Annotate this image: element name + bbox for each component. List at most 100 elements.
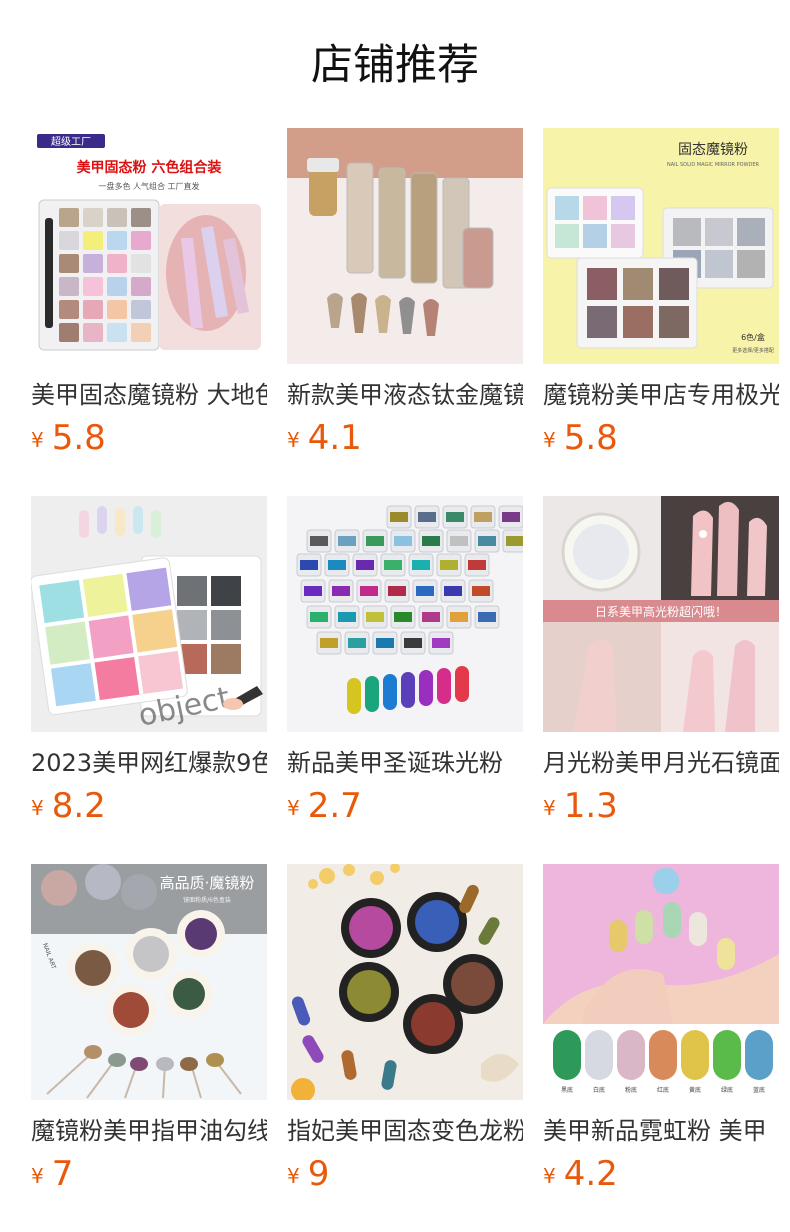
- image-tagline: 一盘多色 人气组合 工厂直发: [98, 181, 199, 191]
- palette-pan: [131, 277, 151, 296]
- product-name[interactable]: 新品美甲圣诞珠光粉: [287, 746, 523, 780]
- color-label: 白底: [593, 1086, 605, 1094]
- product-card[interactable]: 新品美甲圣诞珠光粉 ¥2.7: [287, 496, 523, 826]
- product-name[interactable]: 美甲固态魔镜粉 大地色系: [31, 378, 267, 412]
- product-name[interactable]: 魔镜粉美甲指甲油勾线: [31, 1114, 267, 1148]
- product-name[interactable]: 2023美甲网红爆款9色: [31, 746, 267, 780]
- powder-jar-fill: [418, 512, 436, 522]
- product-price: ¥7: [31, 1152, 267, 1202]
- powder-jar-fill: [446, 512, 464, 522]
- currency-symbol: ¥: [543, 1164, 556, 1188]
- color-label: 黑底: [561, 1086, 573, 1094]
- color-label: 黄底: [689, 1086, 701, 1094]
- palette-pan: [107, 300, 127, 319]
- product-image[interactable]: 日系美甲高光粉超闪哦！: [543, 496, 779, 732]
- price-value: 8.2: [51, 786, 106, 826]
- powder-jar-fill: [450, 612, 468, 622]
- powder-jar-fill: [506, 536, 523, 546]
- product-name[interactable]: 指妃美甲固态变色龙粉: [287, 1114, 523, 1148]
- currency-symbol: ¥: [543, 428, 556, 452]
- product-image[interactable]: 黑底 白底 粉底 红底 黄底 绿底 蓝底: [543, 864, 779, 1100]
- powder-jar-fill: [384, 560, 402, 570]
- image-note-2: 更多选择/更多搭配: [732, 347, 774, 354]
- product-price: ¥8.2: [31, 784, 267, 834]
- price-value: 1.3: [563, 786, 618, 826]
- palette-pan: [131, 231, 151, 250]
- product-card[interactable]: 黑底 白底 粉底 红底 黄底 绿底 蓝底 美甲新品霓虹粉 美甲 ¥4.2: [543, 864, 779, 1194]
- product-card[interactable]: 新款美甲液态钛金魔镜粉 ¥4.1: [287, 128, 523, 458]
- powder-jar-fill: [444, 586, 462, 596]
- price-value: 2.7: [307, 786, 362, 826]
- product-image[interactable]: 高品质·魔镜粉 镜面粉质/6色盒装 NAIL ART: [31, 864, 267, 1100]
- palette-pan: [131, 323, 151, 342]
- powder-jar-fill: [348, 638, 366, 648]
- product-image[interactable]: 超级工厂 美甲固态粉 六色组合装 一盘多色 人气组合 工厂直发: [31, 128, 267, 364]
- palette-pan: [83, 277, 103, 296]
- product-image[interactable]: [287, 128, 523, 364]
- product-image[interactable]: object: [31, 496, 267, 732]
- palette-pan: [83, 300, 103, 319]
- powder-jar-fill: [394, 612, 412, 622]
- color-label: 绿底: [721, 1086, 733, 1094]
- image-subline: NAIL SOLID MAGIC MIRROR POWDER: [667, 162, 760, 168]
- powder-jar-fill: [422, 536, 440, 546]
- image-headline: 美甲固态粉 六色组合装: [77, 159, 223, 176]
- powder-jar-fill: [366, 536, 384, 546]
- palette-pan: [107, 208, 127, 227]
- powder-jar-fill: [332, 586, 350, 596]
- product-image[interactable]: [287, 864, 523, 1100]
- product-name[interactable]: 月光粉美甲月光石镜面粉: [543, 746, 779, 780]
- product-price: ¥5.8: [31, 416, 267, 466]
- palette-pan: [83, 208, 103, 227]
- product-grid: 超级工厂 美甲固态粉 六色组合装 一盘多色 人气组合 工厂直发 美甲固态魔镜粉 …: [31, 128, 779, 1194]
- palette-pan: [107, 231, 127, 250]
- powder-jar-fill: [388, 586, 406, 596]
- palette-pan: [59, 208, 79, 227]
- powder-jar-fill: [310, 612, 328, 622]
- powder-jar-fill: [310, 536, 328, 546]
- currency-symbol: ¥: [31, 1164, 44, 1188]
- image-banner: 日系美甲高光粉超闪哦！: [595, 604, 727, 619]
- image-note: 6色/盒: [741, 332, 765, 342]
- palette-pan: [59, 300, 79, 319]
- powder-jar-fill: [432, 638, 450, 648]
- powder-jar-fill: [502, 512, 520, 522]
- palette-pan: [59, 254, 79, 273]
- palette-pan: [131, 300, 151, 319]
- product-card[interactable]: 日系美甲高光粉超闪哦！ 月光粉美甲月光石镜面粉 ¥1.3: [543, 496, 779, 826]
- color-label: 红底: [657, 1086, 669, 1094]
- powder-jar-fill: [394, 536, 412, 546]
- palette-pan: [131, 208, 151, 227]
- price-value: 9: [307, 1154, 330, 1194]
- product-card[interactable]: 指妃美甲固态变色龙粉 ¥9: [287, 864, 523, 1194]
- currency-symbol: ¥: [31, 796, 44, 820]
- powder-jar-fill: [472, 586, 490, 596]
- product-image[interactable]: [287, 496, 523, 732]
- product-name[interactable]: 魔镜粉美甲店专用极光: [543, 378, 779, 412]
- powder-jar-fill: [440, 560, 458, 570]
- image-subline: 镜面粉质/6色盒装: [183, 896, 231, 904]
- powder-jar-fill: [338, 612, 356, 622]
- product-card[interactable]: 高品质·魔镜粉 镜面粉质/6色盒装 NAIL ART 魔镜粉美甲指甲油勾线 ¥ …: [31, 864, 267, 1194]
- product-price: ¥9: [287, 1152, 523, 1202]
- product-card[interactable]: 固态魔镜粉 NAIL SOLID MAGIC MIRROR POWDER 6色/…: [543, 128, 779, 458]
- product-name[interactable]: 美甲新品霓虹粉 美甲: [543, 1114, 779, 1148]
- currency-symbol: ¥: [31, 428, 44, 452]
- powder-jar-fill: [356, 560, 374, 570]
- price-value: 4.2: [563, 1154, 618, 1194]
- palette-pan: [107, 277, 127, 296]
- product-name[interactable]: 新款美甲液态钛金魔镜粉: [287, 378, 523, 412]
- palette-pan: [131, 254, 151, 273]
- product-image[interactable]: 固态魔镜粉 NAIL SOLID MAGIC MIRROR POWDER 6色/…: [543, 128, 779, 364]
- product-card[interactable]: 超级工厂 美甲固态粉 六色组合装 一盘多色 人气组合 工厂直发 美甲固态魔镜粉 …: [31, 128, 267, 458]
- powder-jar-fill: [478, 536, 496, 546]
- powder-jar-fill: [412, 560, 430, 570]
- powder-jar-fill: [360, 586, 378, 596]
- price-value: 7: [51, 1154, 74, 1194]
- product-price: ¥5.8: [543, 416, 779, 466]
- palette-pan: [107, 323, 127, 342]
- powder-jar-fill: [390, 512, 408, 522]
- price-value: 5.8: [563, 418, 618, 458]
- product-card[interactable]: object 2023美甲网红爆款9色 ¥8.2: [31, 496, 267, 826]
- powder-jar-fill: [338, 536, 356, 546]
